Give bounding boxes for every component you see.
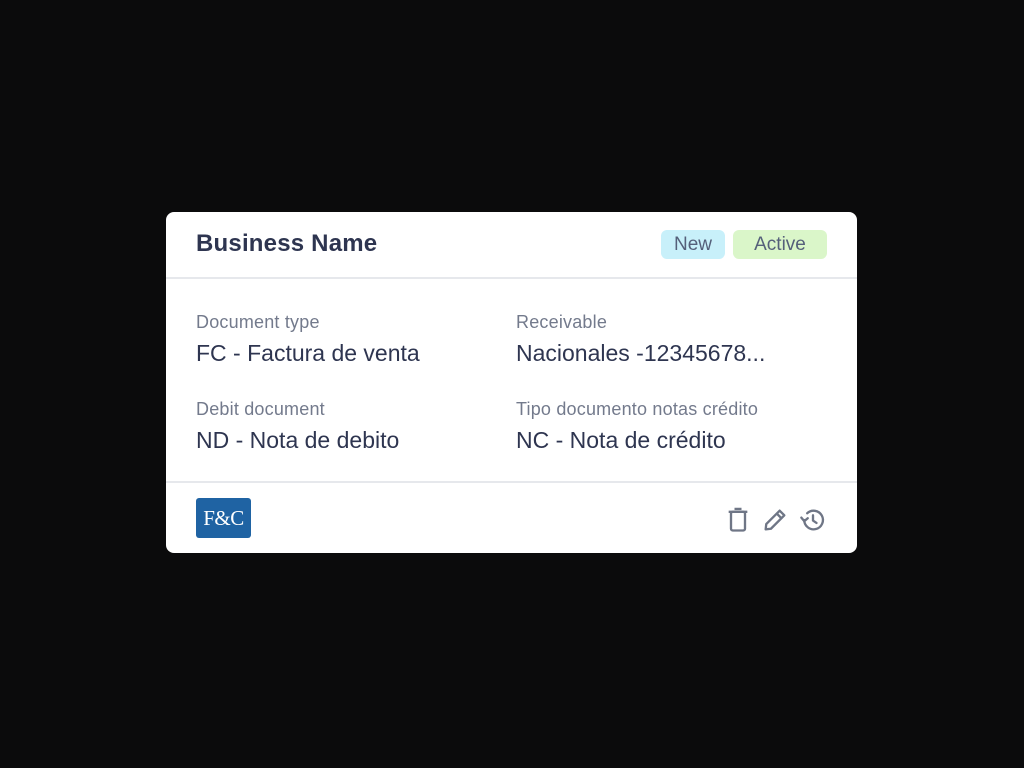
field-value: FC - Factura de venta [196,340,420,366]
field-document-type: Document type FC - Factura de venta [196,311,516,367]
history-button[interactable] [799,506,827,534]
edit-button[interactable] [761,506,789,534]
status-badge-new: New [661,230,725,259]
delete-button[interactable] [724,506,752,534]
field-label: Document type [196,312,320,332]
field-value: ND - Nota de debito [196,427,400,453]
company-logo: F&C [196,498,251,538]
field-credit-note-type: Tipo documento notas crédito NC - Nota d… [516,398,836,454]
field-value: NC - Nota de crédito [516,427,726,453]
trash-icon [728,507,748,532]
field-receivable: Receivable Nacionales -12345678... [516,311,836,367]
field-label: Debit document [196,399,325,419]
status-badge-active: Active [733,230,827,259]
card-header: Business Name New Active [166,212,857,279]
history-icon [800,509,825,531]
business-card: Business Name New Active Document type F… [166,212,857,553]
card-body: Document type FC - Factura de venta Rece… [166,279,857,481]
field-label: Receivable [516,312,608,332]
card-footer: F&C [166,481,857,553]
card-title: Business Name [196,230,378,257]
field-debit-document: Debit document ND - Nota de debito [196,398,516,454]
pencil-icon [764,509,786,531]
field-label: Tipo documento notas crédito [516,399,759,419]
field-value: Nacionales -12345678... [516,340,766,366]
